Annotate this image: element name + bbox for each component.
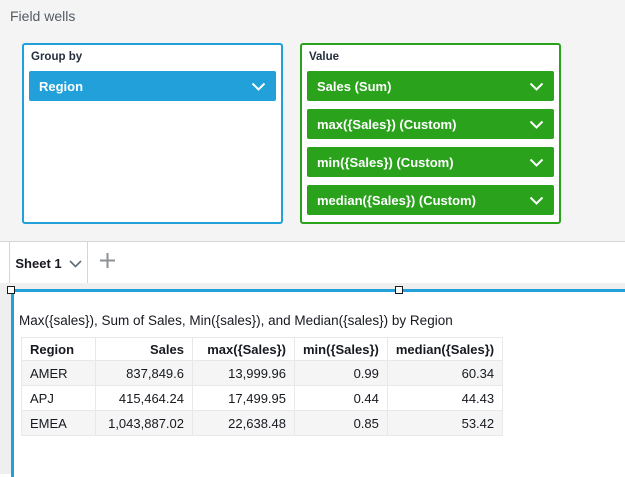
field-pill-label: Sales (Sum) xyxy=(317,79,529,94)
table-cell: 0.99 xyxy=(295,361,388,386)
field-wells-panel: Field wells Group by Region Value Sales … xyxy=(0,0,625,241)
field-pill-min-sales[interactable]: min({Sales}) (Custom) xyxy=(307,147,554,177)
table-cell: 44.43 xyxy=(387,386,502,411)
group-by-label: Group by xyxy=(31,51,82,63)
table-cell: 415,464.24 xyxy=(96,386,193,411)
table-cell: 13,999.96 xyxy=(193,361,295,386)
chevron-down-icon[interactable] xyxy=(251,79,266,94)
sheet-canvas: Max({sales}), Sum of Sales, Min({sales})… xyxy=(0,283,625,474)
table-cell: 53.42 xyxy=(387,411,502,436)
field-pill-label: min({Sales}) (Custom) xyxy=(317,155,529,170)
column-header-max-sales: max({Sales}) xyxy=(193,338,295,361)
plus-icon xyxy=(99,252,116,274)
chevron-down-icon[interactable] xyxy=(529,79,544,94)
table-cell: 1,043,887.02 xyxy=(96,411,193,436)
table-cell: 60.34 xyxy=(387,361,502,386)
value-label: Value xyxy=(309,51,339,63)
table-cell: 22,638.48 xyxy=(193,411,295,436)
chevron-down-icon[interactable] xyxy=(529,117,544,132)
table-row: APJ 415,464.24 17,499.95 0.44 44.43 xyxy=(22,386,503,411)
chevron-down-icon[interactable] xyxy=(69,256,82,271)
sheet-tab-label: Sheet 1 xyxy=(15,256,61,271)
table-cell: 17,499.95 xyxy=(193,386,295,411)
field-pill-median-sales[interactable]: median({Sales}) (Custom) xyxy=(307,185,554,215)
add-sheet-button[interactable] xyxy=(96,252,118,274)
column-header-sales: Sales xyxy=(96,338,193,361)
column-header-region: Region xyxy=(22,338,96,361)
field-pill-label: median({Sales}) (Custom) xyxy=(317,193,529,208)
table-row: EMEA 1,043,887.02 22,638.48 0.85 53.42 xyxy=(22,411,503,436)
chevron-down-icon[interactable] xyxy=(529,155,544,170)
visual-title: Max({sales}), Sum of Sales, Min({sales})… xyxy=(19,313,625,329)
value-well[interactable]: Value Sales (Sum) max({Sales}) (Custom) … xyxy=(300,43,561,224)
table-cell: EMEA xyxy=(22,411,96,436)
field-pill-region[interactable]: Region xyxy=(29,71,276,101)
selection-handle-top-left[interactable] xyxy=(7,286,15,294)
table-cell: APJ xyxy=(22,386,96,411)
table-row: AMER 837,849.6 13,999.96 0.99 60.34 xyxy=(22,361,503,386)
column-header-min-sales: min({Sales}) xyxy=(295,338,388,361)
table-header-row: Region Sales max({Sales}) min({Sales}) m… xyxy=(22,338,503,361)
field-pill-sales-sum[interactable]: Sales (Sum) xyxy=(307,71,554,101)
table-visual[interactable]: Max({sales}), Sum of Sales, Min({sales})… xyxy=(11,289,625,477)
table-cell: AMER xyxy=(22,361,96,386)
chevron-down-icon[interactable] xyxy=(529,193,544,208)
sheet-tab-bar: Sheet 1 xyxy=(0,241,625,283)
field-pill-label: Region xyxy=(39,79,251,94)
table-cell: 0.85 xyxy=(295,411,388,436)
table-cell: 837,849.6 xyxy=(96,361,193,386)
column-header-median-sales: median({Sales}) xyxy=(387,338,502,361)
tab-sheet-1[interactable]: Sheet 1 xyxy=(9,242,88,284)
field-wells-title: Field wells xyxy=(10,8,75,24)
selection-handle-top-middle[interactable] xyxy=(395,286,403,294)
table-cell: 0.44 xyxy=(295,386,388,411)
field-pill-label: max({Sales}) (Custom) xyxy=(317,117,529,132)
field-pill-max-sales[interactable]: max({Sales}) (Custom) xyxy=(307,109,554,139)
group-by-well[interactable]: Group by Region xyxy=(22,43,283,224)
data-table: Region Sales max({Sales}) min({Sales}) m… xyxy=(21,337,503,436)
